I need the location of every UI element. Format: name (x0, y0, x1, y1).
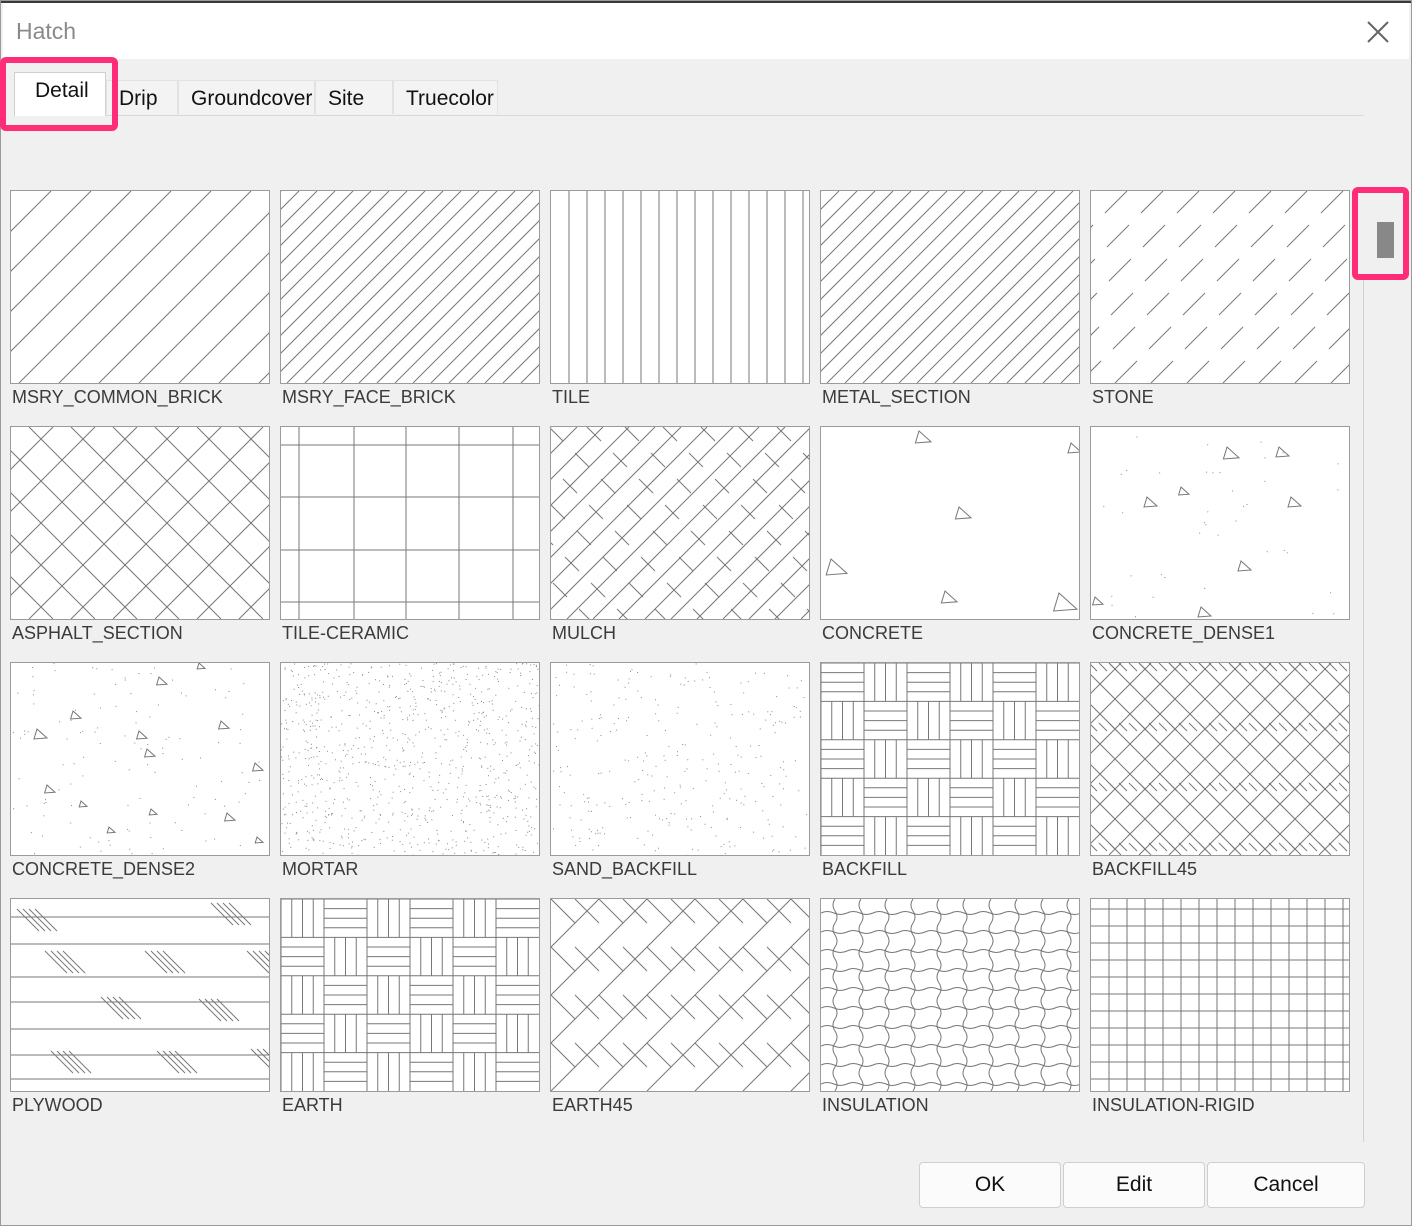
pattern-tile[interactable]: PLYWOOD (10, 898, 270, 1126)
dense-diagonal-hatch-icon[interactable] (280, 190, 540, 384)
pattern-tile[interactable]: EARTH45 (550, 898, 810, 1126)
pattern-label: ASPHALT_SECTION (12, 623, 183, 643)
pattern-label: SAND_BACKFILL (552, 859, 698, 879)
pattern-tile[interactable]: CONCRETE_DENSE2 (10, 662, 270, 890)
pattern-tile[interactable]: MULCH (550, 426, 810, 654)
pattern-tile[interactable]: EARTH (280, 898, 540, 1126)
pattern-tile[interactable]: BACKFILL (820, 662, 1080, 890)
small-grid-icon[interactable] (1090, 898, 1350, 1092)
diagonal-hatch-icon[interactable] (10, 190, 270, 384)
pattern-label: MULCH (552, 623, 617, 643)
pattern-grid: MSRY_COMMON_BRICK MSRY_FACE_BRICK TILE META… (10, 190, 1364, 1140)
broken-cross-hatch-icon[interactable] (550, 426, 810, 620)
pattern-tile[interactable]: METAL_SECTION (820, 190, 1080, 418)
pattern-label: TILE (552, 387, 591, 407)
pattern-tile[interactable]: TILE-CERAMIC (280, 426, 540, 654)
vertical-lines-icon[interactable] (550, 190, 810, 384)
pattern-label: INSULATION-RIGID (1092, 1095, 1255, 1115)
pattern-label: EARTH (282, 1095, 343, 1115)
pattern-label: MSRY_COMMON_BRICK (12, 387, 223, 407)
scrollbar-thumb[interactable] (1377, 222, 1394, 258)
dense-diagonal-hatch-icon[interactable] (820, 190, 1080, 384)
basketweave-earth-icon[interactable] (280, 898, 540, 1092)
scrollbar-highlight (1352, 187, 1409, 280)
pattern-tile[interactable]: MORTAR (280, 662, 540, 890)
pattern-label: CONCRETE_DENSE2 (12, 859, 196, 879)
pattern-tile[interactable]: MSRY_FACE_BRICK (280, 190, 540, 418)
dots-dense-icon[interactable] (280, 662, 540, 856)
tab-drip[interactable]: Drip (106, 80, 178, 114)
concrete-icon[interactable] (820, 426, 1080, 620)
dots-sparse-icon[interactable] (550, 662, 810, 856)
grid-icon[interactable] (280, 426, 540, 620)
pattern-label: BACKFILL (822, 859, 908, 879)
pattern-tile[interactable]: INSULATION-RIGID (1090, 898, 1350, 1126)
cancel-button[interactable]: Cancel (1207, 1162, 1365, 1208)
dashed-diagonal-hatch-icon[interactable] (1090, 190, 1350, 384)
pattern-tile[interactable]: ASPHALT_SECTION (10, 426, 270, 654)
pattern-tile[interactable]: BACKFILL45 (1090, 662, 1350, 890)
pattern-label: PLYWOOD (12, 1095, 103, 1115)
basketweave-icon[interactable] (820, 662, 1080, 856)
pattern-tile[interactable]: TILE (550, 190, 810, 418)
tab-bar: Detail Drip Groundcover Site Truecolor (14, 72, 1364, 116)
pattern-tile[interactable]: CONCRETE (820, 426, 1080, 654)
pattern-tile[interactable]: SAND_BACKFILL (550, 662, 810, 890)
pattern-tile[interactable]: MSRY_COMMON_BRICK (10, 190, 270, 418)
tab-truecolor[interactable]: Truecolor (393, 80, 498, 114)
basketweave-45-icon[interactable] (1090, 662, 1350, 856)
pattern-tile[interactable]: CONCRETE_DENSE1 (1090, 426, 1350, 654)
pattern-label: BACKFILL45 (1092, 859, 1198, 879)
wavy-grid-icon[interactable] (820, 898, 1080, 1092)
tab-detail[interactable]: Detail (14, 72, 106, 116)
concrete-dense-icon[interactable] (1090, 426, 1350, 620)
pattern-label: MSRY_FACE_BRICK (282, 387, 456, 407)
tab-site[interactable]: Site (315, 80, 393, 114)
pattern-tile[interactable]: STONE (1090, 190, 1350, 418)
ok-button[interactable]: OK (919, 1162, 1061, 1208)
scrollbar-track (1363, 190, 1364, 1142)
herringbone-icon[interactable] (550, 898, 810, 1092)
pattern-label: TILE-CERAMIC (282, 623, 410, 643)
pattern-label: CONCRETE (822, 623, 924, 643)
tab-groundcover[interactable]: Groundcover (178, 80, 315, 114)
pattern-label: EARTH45 (552, 1095, 633, 1115)
close-icon[interactable] (1361, 15, 1395, 49)
title-bar: Hatch (3, 3, 1409, 59)
concrete-dense-dots-icon[interactable] (10, 662, 270, 856)
pattern-label: INSULATION (822, 1095, 929, 1115)
cross-hatch-icon[interactable] (10, 426, 270, 620)
pattern-label: MORTAR (282, 859, 359, 879)
pattern-tile[interactable]: INSULATION (820, 898, 1080, 1126)
pattern-label: STONE (1092, 387, 1154, 407)
pattern-label: CONCRETE_DENSE1 (1092, 623, 1276, 643)
plywood-icon[interactable] (10, 898, 270, 1092)
edit-button[interactable]: Edit (1063, 1162, 1205, 1208)
pattern-label: METAL_SECTION (822, 387, 971, 407)
window-title: Hatch (16, 18, 77, 44)
